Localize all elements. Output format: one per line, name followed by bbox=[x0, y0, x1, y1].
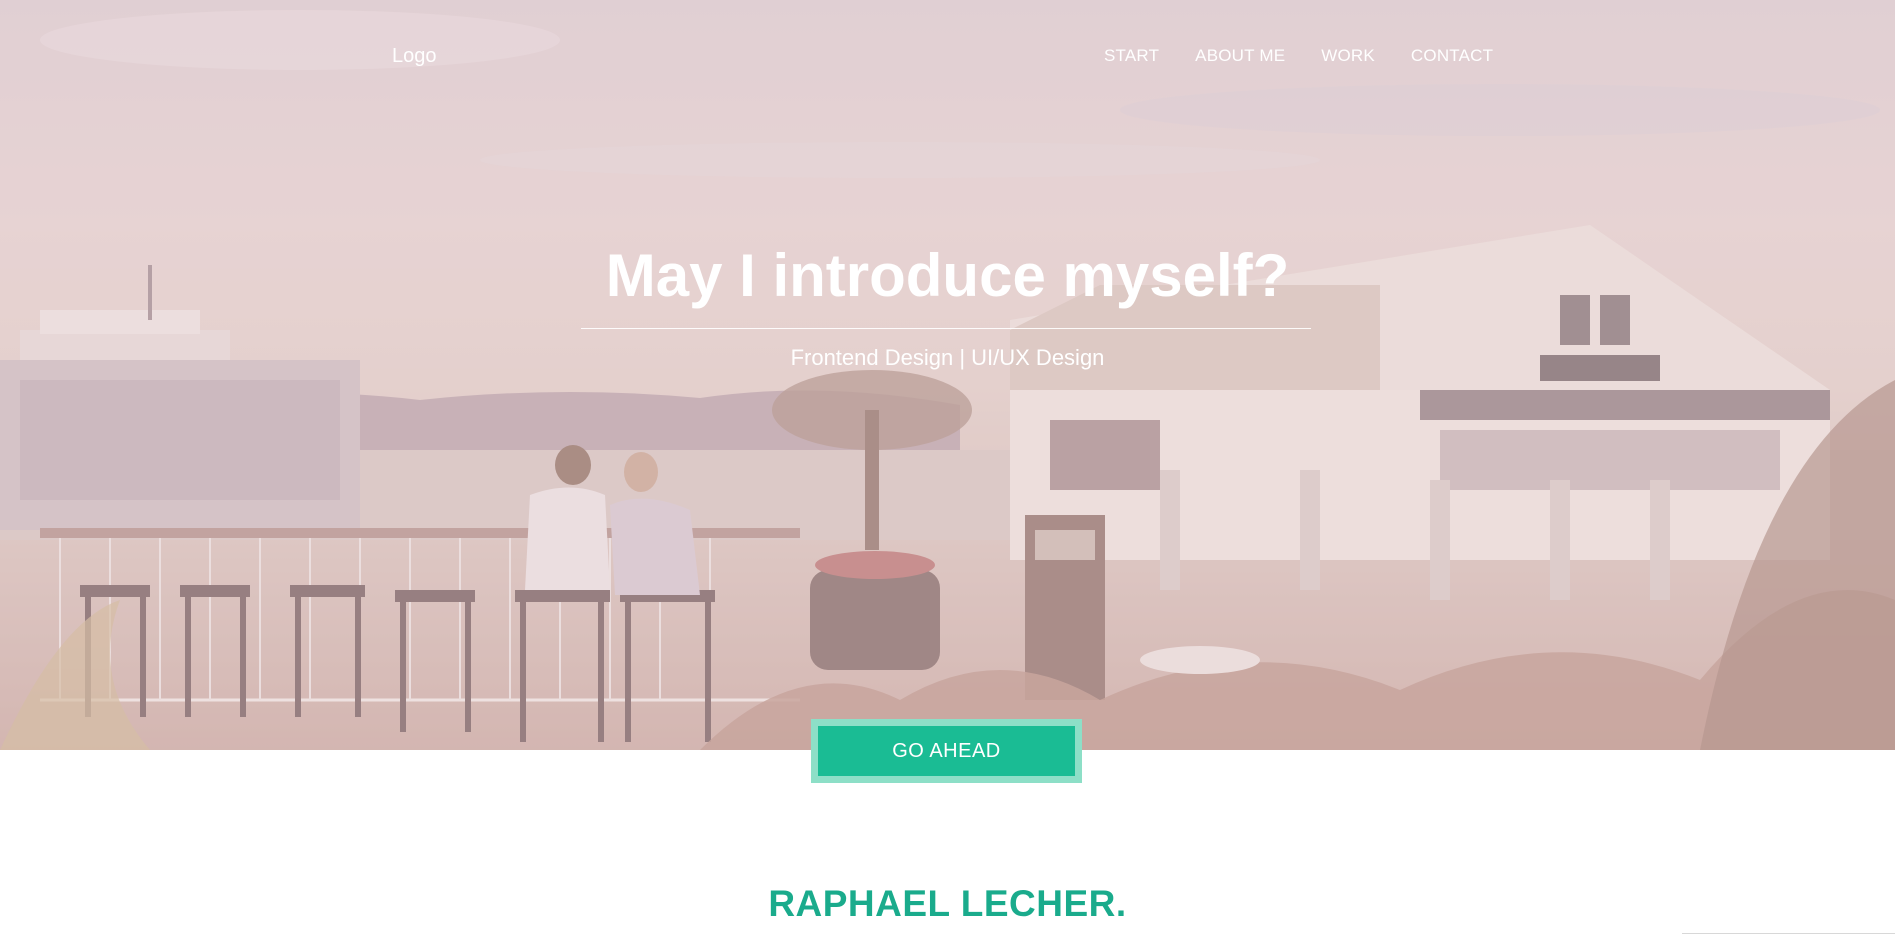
logo-link[interactable]: Logo bbox=[392, 43, 437, 69]
nav-link-start[interactable]: START bbox=[1104, 45, 1159, 67]
hero-divider bbox=[581, 328, 1311, 329]
go-ahead-button[interactable]: GO AHEAD bbox=[818, 726, 1075, 776]
nav-link-contact[interactable]: CONTACT bbox=[1411, 45, 1493, 67]
hero-headline: May I introduce myself? bbox=[605, 242, 1290, 309]
nav-link-about-me[interactable]: ABOUT ME bbox=[1195, 45, 1285, 67]
nav-item: START bbox=[1104, 45, 1195, 67]
nav-item: WORK bbox=[1321, 45, 1411, 67]
nav-item: ABOUT ME bbox=[1195, 45, 1321, 67]
hero-section: Logo START ABOUT ME WORK CONTACT May I i… bbox=[0, 0, 1895, 750]
hero-subtitle: Frontend Design | UI/UX Design bbox=[790, 345, 1105, 370]
about-name-heading: RAPHAEL LECHER. bbox=[768, 883, 1127, 924]
nav-link-work[interactable]: WORK bbox=[1321, 45, 1375, 67]
top-navigation: Logo START ABOUT ME WORK CONTACT bbox=[0, 43, 1895, 73]
nav-item: CONTACT bbox=[1411, 45, 1529, 67]
hero-background-image bbox=[0, 0, 1895, 750]
cta-button-frame: GO AHEAD bbox=[811, 719, 1082, 783]
nav-menu: START ABOUT ME WORK CONTACT bbox=[1104, 45, 1529, 67]
divider-line bbox=[1682, 933, 1895, 934]
